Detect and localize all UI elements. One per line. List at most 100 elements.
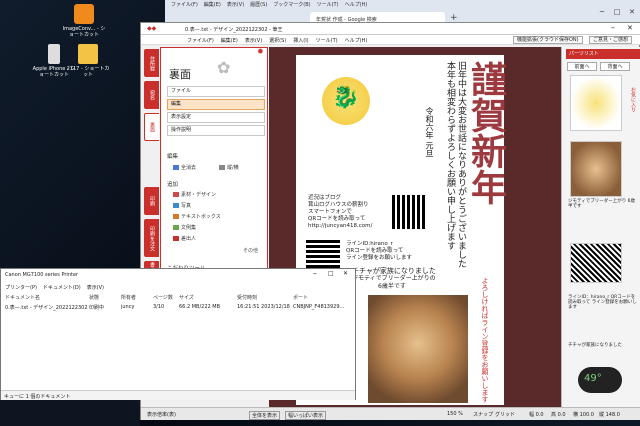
greeting-body: 旧年中は大変お世話になりありがとうございました 本年も相変わらずよろしくお願い申し…: [444, 61, 466, 268]
menu-tools[interactable]: ツール(T): [316, 37, 338, 44]
section-add: 追加: [167, 182, 179, 188]
grid-toggle[interactable]: グリッド: [495, 411, 515, 418]
close-icon[interactable]: ✕: [625, 8, 639, 18]
send-back-button[interactable]: 背面へ: [600, 62, 630, 71]
col-pages[interactable]: ページ数: [153, 294, 173, 301]
fit-all-button[interactable]: 全体を表示: [249, 411, 281, 420]
other-link[interactable]: その他: [243, 247, 258, 254]
clear-all-label: 全消去: [181, 165, 197, 171]
gear-icon[interactable]: ✹: [257, 47, 264, 56]
print-queue-menubar: プリンター(P) ドキュメント(D) 表示(V): [5, 284, 104, 291]
blog-text: 近況はブログ 茸山ログハウスの薪割り スマートフォンで QRコードを読み取って …: [308, 195, 372, 230]
browser-menu-help[interactable]: ヘルプ(H): [345, 1, 368, 8]
qr-code-blog: [392, 195, 426, 229]
menu-view[interactable]: 表示(V): [245, 37, 262, 44]
sender-icon: [173, 236, 179, 241]
menu-document[interactable]: ドキュメント(D): [43, 284, 81, 291]
col-document[interactable]: ドキュメント名: [5, 294, 40, 301]
maximize-icon[interactable]: □: [610, 8, 624, 18]
desktop-icon-label: 2117 - ショートカット: [66, 66, 110, 78]
menu-printer[interactable]: プリンター(P): [5, 284, 37, 291]
orange-app-icon: [74, 4, 94, 24]
col-owner[interactable]: 所有者: [121, 294, 136, 301]
editor-titlebar: ◆◆ 0.表—.txt - デザイン_2022122302 - 筆王 ─ ✕: [141, 23, 640, 35]
material-design-button[interactable]: 素材・デザイン: [173, 191, 216, 198]
blog-line: 茸山ログハウスの薪割り: [308, 202, 369, 208]
textbox-button[interactable]: テキストボックス: [173, 213, 221, 220]
bring-front-button[interactable]: 前面へ: [567, 62, 597, 71]
menu-row-file[interactable]: ファイル: [167, 86, 265, 97]
menu-insert[interactable]: 挿入(I): [293, 37, 308, 44]
row-owner: juncy: [121, 304, 135, 310]
col-status[interactable]: 状態: [89, 294, 99, 301]
menu-file[interactable]: ファイル(F): [187, 37, 214, 44]
greeting-line: 本年も相変わらずよろしくお願い申し上げます: [445, 61, 455, 250]
parts-thumb-dragon[interactable]: [570, 75, 622, 131]
panel-title: 裏面: [169, 68, 191, 81]
photo-button[interactable]: 写真: [173, 202, 191, 209]
menu-row-edit[interactable]: 編集: [167, 99, 265, 110]
clear-all-button[interactable]: 全消去: [173, 164, 196, 171]
folder-icon: [78, 44, 98, 64]
browser-menu-file[interactable]: ファイル(F): [171, 1, 198, 8]
textbox-label: テキストボックス: [181, 214, 221, 220]
browser-menu-tools[interactable]: ツール(T): [317, 1, 339, 8]
blog-line: QRコードを読み取って: [308, 216, 366, 222]
menu-edit[interactable]: 編集(E): [221, 37, 238, 44]
side-panel: 裏面 ✿ ✹ ファイル 編集 表示設定 操作説明 編集 全消去 縦/横 追加 素…: [160, 47, 268, 287]
menu-select[interactable]: 選択(S): [269, 37, 286, 44]
browser-menu-view[interactable]: 表示(V): [227, 1, 244, 8]
minimize-icon[interactable]: ─: [313, 271, 317, 278]
iphone-icon: [48, 44, 60, 64]
browser-menu-edit[interactable]: 編集(E): [204, 1, 221, 8]
taskbar: [0, 400, 140, 426]
favorites-tab[interactable]: お気に入り: [630, 87, 637, 112]
phrases-button[interactable]: 文例集: [173, 224, 196, 231]
close-icon[interactable]: ✕: [343, 270, 348, 277]
desktop-icon-imageconv[interactable]: ImageConv... - ショートカット: [62, 4, 106, 38]
menu-help[interactable]: ヘルプ(H): [345, 37, 368, 44]
print-queue-status: キューに 1 個のドキュメント: [1, 390, 355, 400]
cloud-save-button[interactable]: 機能拡張(クラウド保存ON): [513, 36, 583, 44]
tab-print-order[interactable]: 印刷を注文: [144, 219, 159, 257]
col-size[interactable]: サイズ: [179, 294, 194, 301]
parts-thumb-qr[interactable]: [570, 243, 622, 283]
weather-widget[interactable]: 49°: [578, 367, 622, 393]
sender-button[interactable]: 差出人: [173, 235, 196, 242]
big-char: 謹: [465, 61, 507, 97]
height-readout: 高 0.0: [551, 412, 566, 418]
maximize-icon[interactable]: □: [328, 270, 334, 277]
line-line: ラインID:hirano_r: [346, 241, 393, 247]
greeting-title: 謹賀新年: [465, 61, 507, 205]
row-document: 0.表—.txt - デザイン_2022122302: [5, 305, 88, 311]
fit-width-button[interactable]: 幅いっぱい表示: [285, 411, 327, 420]
minimize-icon[interactable]: ─: [595, 8, 609, 18]
tab-address-book[interactable]: 住所録: [144, 49, 159, 77]
big-char: 賀: [465, 97, 507, 133]
row-size: 66.2 MB/222 MB: [179, 304, 221, 310]
zoom-percent[interactable]: 150 %: [447, 411, 463, 417]
browser-menu-bookmarks[interactable]: ブックマーク(B): [273, 1, 310, 8]
close-icon[interactable]: ✕: [627, 24, 633, 32]
row-pages: 3/10: [153, 304, 165, 310]
col-time[interactable]: 受付時刻: [237, 294, 257, 301]
tab-front[interactable]: 宛名: [144, 81, 159, 109]
orientation-button[interactable]: 縦/横: [219, 164, 239, 171]
snap-toggle[interactable]: スナップ: [473, 411, 493, 418]
tab-back[interactable]: 裏面: [144, 113, 159, 141]
minimize-icon[interactable]: ─: [611, 25, 615, 32]
tab-print[interactable]: 印刷: [144, 187, 159, 215]
browser-menu-history[interactable]: 履歴(S): [250, 1, 267, 8]
line-line: ライン登録をお願いします: [346, 255, 413, 261]
dragon-icon: 🐉: [332, 85, 360, 110]
menu-view[interactable]: 表示(V): [87, 284, 104, 291]
feedback-button[interactable]: ご意見・ご感想: [589, 36, 633, 44]
blog-line: スマートフォンで: [308, 209, 352, 215]
desktop-icon-folder[interactable]: 2117 - ショートカット: [66, 44, 110, 78]
menu-row-help[interactable]: 操作説明: [167, 125, 265, 136]
col-port[interactable]: ポート: [293, 294, 308, 301]
big-char: 新: [465, 133, 507, 169]
clear-icon: [173, 165, 179, 170]
parts-thumb-dog[interactable]: [570, 141, 622, 197]
menu-row-display[interactable]: 表示設定: [167, 112, 265, 123]
